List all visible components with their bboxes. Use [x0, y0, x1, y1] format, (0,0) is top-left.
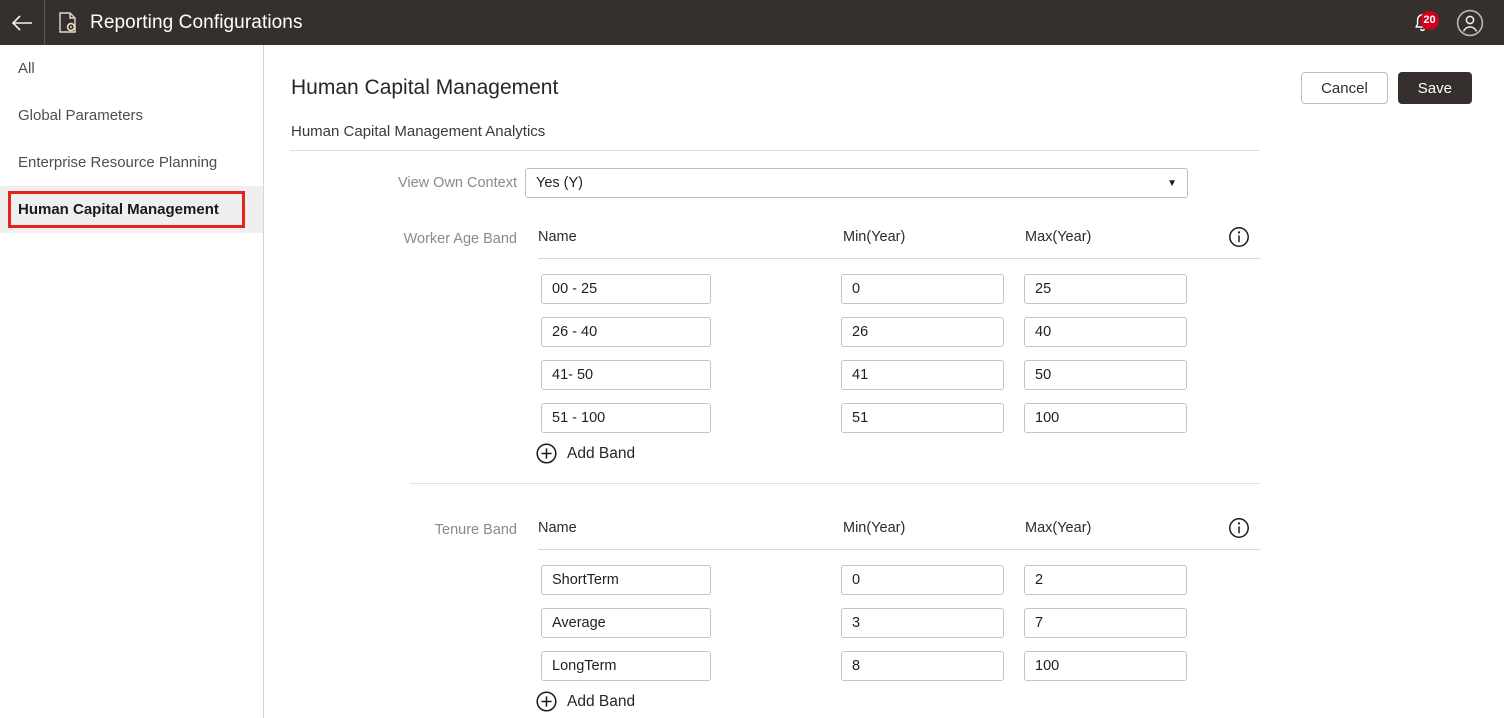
band-name-input[interactable]: Average: [541, 608, 711, 638]
band-min-input[interactable]: 0: [841, 274, 1004, 304]
column-header-name: Name: [538, 520, 577, 536]
column-header-min: Min(Year): [843, 520, 905, 536]
page-subtitle: Human Capital Management Analytics: [291, 123, 545, 140]
worker-age-band-label: Worker Age Band: [297, 231, 517, 247]
column-header-max: Max(Year): [1025, 229, 1091, 245]
band-name-input[interactable]: 51 - 100: [541, 403, 711, 433]
add-band-button-worker-age[interactable]: Add Band: [536, 443, 635, 464]
sidebar-item-enterprise-resource-planning[interactable]: Enterprise Resource Planning: [0, 139, 263, 186]
band-section-divider: [410, 483, 1260, 484]
worker-age-band-header: Name Min(Year) Max(Year): [538, 225, 1260, 259]
band-max-input[interactable]: 25: [1024, 274, 1187, 304]
main-content: Human Capital Management Human Capital M…: [264, 45, 1504, 718]
topbar-divider: [44, 0, 45, 45]
band-min-input[interactable]: 0: [841, 565, 1004, 595]
top-app-bar: Reporting Configurations 20: [0, 0, 1504, 45]
sidebar-row: Human Capital Management: [0, 186, 263, 233]
band-max-input[interactable]: 2: [1024, 565, 1187, 595]
arrow-left-icon: [11, 15, 33, 31]
tenure-band-label: Tenure Band: [297, 522, 517, 538]
plus-circle-icon: [536, 443, 557, 464]
add-band-button-tenure[interactable]: Add Band: [536, 691, 635, 712]
band-min-input[interactable]: 8: [841, 651, 1004, 681]
band-max-input[interactable]: 100: [1024, 651, 1187, 681]
column-header-max: Max(Year): [1025, 520, 1091, 536]
band-name-input[interactable]: 41- 50: [541, 360, 711, 390]
cancel-button[interactable]: Cancel: [1301, 72, 1388, 104]
document-gear-icon: [58, 12, 78, 34]
tenure-band-header: Name Min(Year) Max(Year): [538, 516, 1260, 550]
sidebar-item-global-parameters[interactable]: Global Parameters: [0, 92, 263, 139]
header-divider: [290, 150, 1260, 151]
column-header-min: Min(Year): [843, 229, 905, 245]
info-icon[interactable]: [1228, 226, 1250, 248]
view-own-context-label: View Own Context: [305, 175, 517, 191]
chevron-down-icon: ▼: [1167, 178, 1177, 189]
info-icon[interactable]: [1228, 517, 1250, 539]
sidebar-item-label: Human Capital Management: [18, 201, 219, 218]
page-title: Human Capital Management: [291, 76, 558, 100]
notifications-button[interactable]: 20: [1400, 0, 1444, 45]
user-avatar[interactable]: [1448, 0, 1492, 45]
band-name-input[interactable]: LongTerm: [541, 651, 711, 681]
band-name-input[interactable]: 00 - 25: [541, 274, 711, 304]
view-own-context-select[interactable]: Yes (Y) ▼: [525, 168, 1188, 198]
view-own-context-value: Yes (Y): [536, 175, 583, 191]
back-button[interactable]: [0, 0, 44, 45]
topbar-right-actions: 20: [1400, 0, 1504, 45]
sidebar-row: All: [0, 45, 263, 92]
notification-badge: 20: [1420, 11, 1439, 30]
sidebar-item-label: Enterprise Resource Planning: [18, 154, 217, 171]
band-min-input[interactable]: 26: [841, 317, 1004, 347]
sidebar-row: Global Parameters: [0, 92, 263, 139]
band-name-input[interactable]: 26 - 40: [541, 317, 711, 347]
sidebar-item-human-capital-management[interactable]: Human Capital Management: [0, 186, 263, 233]
column-header-name: Name: [538, 229, 577, 245]
sidebar-item-all[interactable]: All: [0, 45, 263, 92]
band-min-input[interactable]: 51: [841, 403, 1004, 433]
add-band-label: Add Band: [567, 693, 635, 711]
user-avatar-icon: [1456, 9, 1484, 37]
sidebar-item-label: All: [18, 60, 35, 77]
band-max-input[interactable]: 100: [1024, 403, 1187, 433]
band-name-input[interactable]: ShortTerm: [541, 565, 711, 595]
form-actions: Cancel Save: [1301, 72, 1472, 104]
save-button[interactable]: Save: [1398, 72, 1472, 104]
app-title: Reporting Configurations: [90, 12, 303, 34]
sidebar-item-label: Global Parameters: [18, 107, 143, 124]
plus-circle-icon: [536, 691, 557, 712]
band-max-input[interactable]: 40: [1024, 317, 1187, 347]
band-max-input[interactable]: 7: [1024, 608, 1187, 638]
band-max-input[interactable]: 50: [1024, 360, 1187, 390]
sidebar-nav: All Global Parameters Enterprise Resourc…: [0, 45, 264, 718]
band-min-input[interactable]: 3: [841, 608, 1004, 638]
sidebar-row: Enterprise Resource Planning: [0, 139, 263, 186]
add-band-label: Add Band: [567, 445, 635, 463]
band-min-input[interactable]: 41: [841, 360, 1004, 390]
